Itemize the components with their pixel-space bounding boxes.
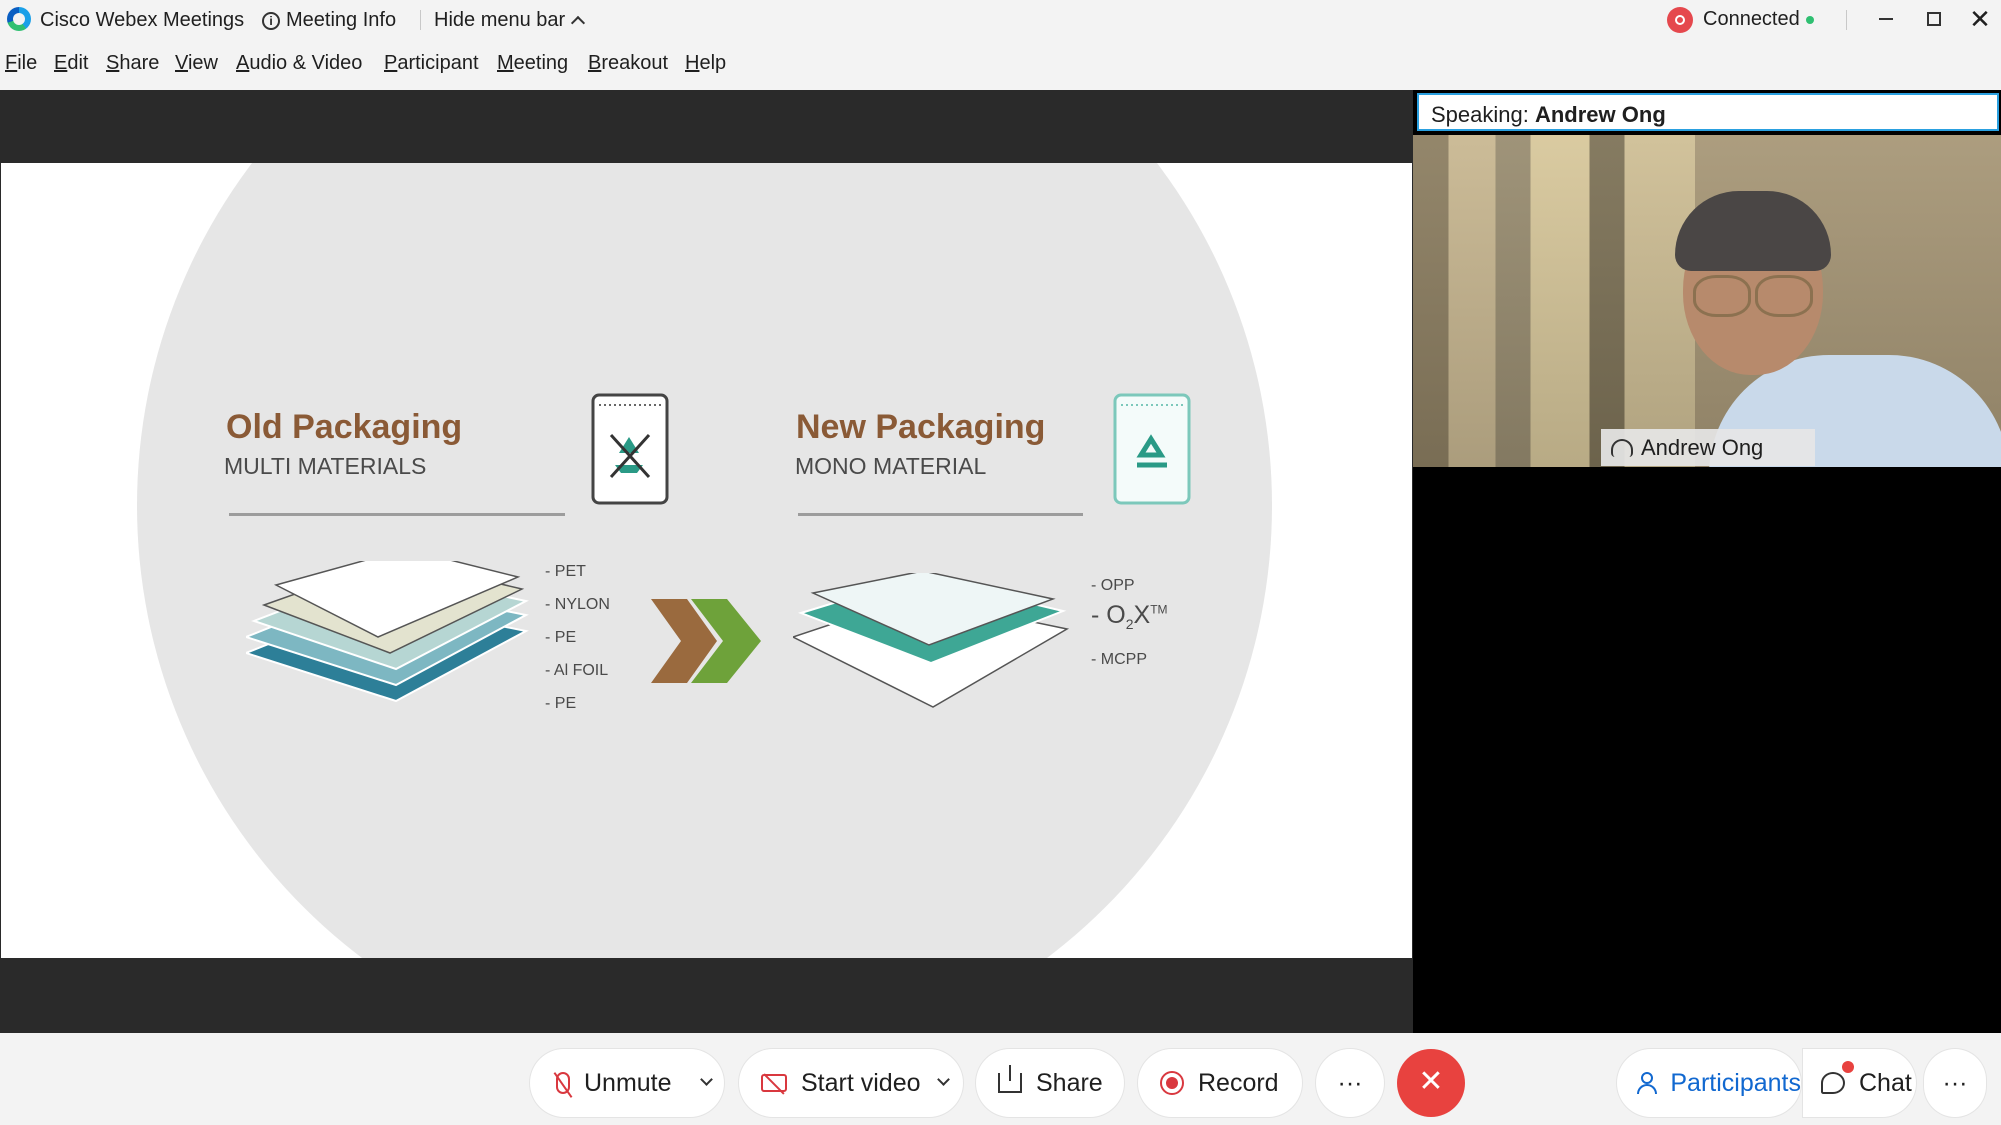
new-packaging-subtitle: MONO MATERIAL [795,453,987,479]
new-layer-label: - MCPP [1091,651,1147,668]
participants-icon [1637,1072,1658,1094]
menu-file[interactable]: File [5,52,37,75]
hide-menu-bar-button[interactable]: Hide menu bar [434,9,586,32]
share-button[interactable]: Share [976,1049,1124,1117]
new-layer-label: - OPP [1091,577,1135,594]
old-layer-label: - PE [545,629,577,646]
new-layers-diagram [793,573,1070,708]
start-video-label: Start video [801,1068,921,1097]
chat-notification-badge [1842,1061,1854,1073]
info-icon: i [262,11,280,30]
chevron-down-icon[interactable] [937,1073,950,1086]
old-layer-label: - PE [545,695,577,712]
start-video-button[interactable]: Start video [739,1049,963,1117]
speaker-name: Andrew Ong [1534,102,1666,127]
video-name-label: Andrew Ong [1641,434,1764,460]
menu-edit[interactable]: Edit [54,52,88,75]
person-hair [1675,191,1831,271]
share-icon [998,1065,1022,1093]
glasses [1693,275,1813,317]
new-divider [798,513,1083,516]
divider [420,10,421,30]
chat-icon [1821,1072,1845,1094]
participants-button[interactable]: Participants [1617,1049,1801,1117]
connection-status-icon[interactable] [1667,7,1693,33]
chat-button[interactable]: Chat [1803,1049,1916,1117]
more-options-icon: ··· [1337,1068,1363,1097]
webex-logo-icon [7,7,31,31]
more-options-button[interactable]: ··· [1316,1049,1384,1117]
transition-arrow-icon [651,599,761,683]
recyclable-bag-icon [1113,393,1191,505]
record-button[interactable]: Record [1138,1049,1302,1117]
record-icon [1160,1071,1184,1095]
menu-participant[interactable]: Participant [384,52,479,75]
old-layers-diagram [246,561,529,703]
o2x-prefix: - O [1091,601,1126,629]
old-packaging-subtitle: MULTI MATERIALS [224,453,427,479]
menu-share[interactable]: Share [106,52,159,75]
headset-icon [1611,438,1633,457]
non-recyclable-bag-icon [591,393,669,505]
meeting-info-button[interactable]: i Meeting Info [262,9,396,32]
chat-label: Chat [1859,1068,1912,1097]
o2x-trademark: TM [1150,602,1168,617]
shared-slide: Old Packaging MULTI MATERIALS New Packag… [1,163,1412,958]
unmute-button[interactable]: Unmute [530,1049,724,1117]
end-meeting-button[interactable]: ✕ [1397,1049,1465,1117]
old-layer-label: - Al FOIL [545,662,609,679]
minimize-button[interactable] [1866,4,1906,34]
close-window-button[interactable]: ✕ [1960,4,2000,34]
unmute-label: Unmute [584,1068,672,1097]
new-layer-middle-label: - O2XTM [1091,601,1168,632]
participants-label: Participants [1670,1068,1801,1097]
o2x-main: X [1133,601,1151,629]
chevron-down-icon[interactable] [700,1073,713,1086]
connected-dot-icon [1806,16,1814,24]
app-title: Cisco Webex Meetings [40,9,245,31]
video-off-icon [761,1074,787,1092]
speaking-label: Speaking: [1431,102,1529,127]
shared-content-area[interactable]: Old Packaging MULTI MATERIALS New Packag… [0,90,1413,1033]
menu-help[interactable]: Help [685,52,726,75]
meeting-info-label: Meeting Info [286,9,397,31]
o2x-subscript: 2 [1125,616,1134,632]
divider [1846,10,1847,30]
new-packaging-title: New Packaging [796,408,1046,446]
active-speaker-bar: Speaking: Andrew Ong [1417,93,1999,131]
overflow-menu-button[interactable]: ··· [1924,1049,1986,1117]
old-divider [229,513,565,516]
old-layer-label: - NYLON [545,596,610,613]
menu-breakout[interactable]: Breakout [588,52,668,75]
overflow-icon: ··· [1942,1068,1968,1097]
share-label: Share [1036,1068,1103,1097]
old-layer-label: - PET [545,563,586,580]
menu-audio-video[interactable]: Audio & Video [236,52,362,75]
hide-menu-bar-label: Hide menu bar [434,9,566,31]
participant-video[interactable] [1413,135,2001,467]
connection-status-label: Connected [1703,8,1800,30]
record-label: Record [1198,1068,1279,1097]
video-name-tag: Andrew Ong [1601,429,1815,466]
title-bar: Cisco Webex Meetings i Meeting Info Hide… [0,0,2001,40]
microphone-muted-icon [556,1072,570,1094]
close-icon: ✕ [1418,1065,1444,1098]
chevron-up-icon [571,15,586,31]
menu-view[interactable]: View [175,52,218,75]
menu-meeting[interactable]: Meeting [497,52,568,75]
maximize-button[interactable] [1914,4,1954,34]
old-packaging-title: Old Packaging [226,408,463,446]
